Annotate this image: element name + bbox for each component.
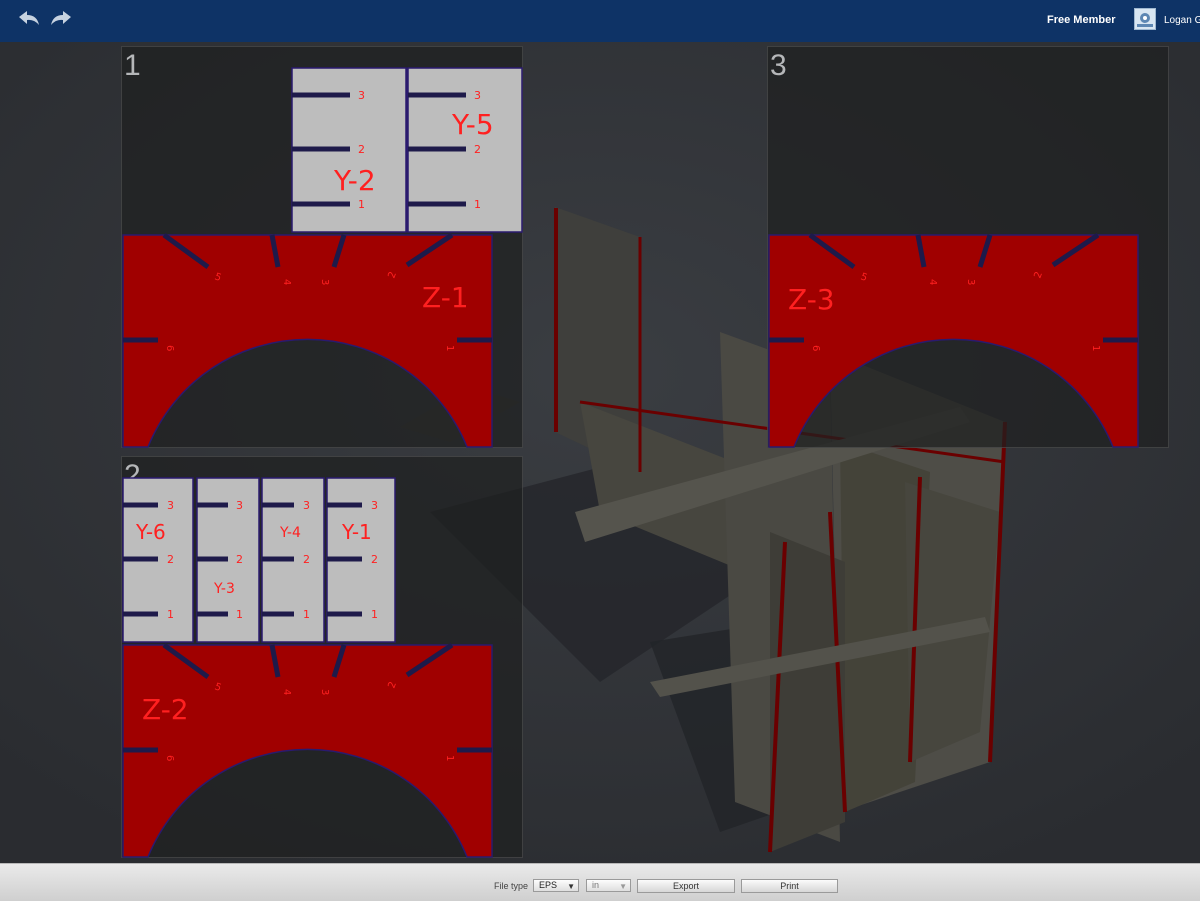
export-toolbar: File type EPS ▼ in ▼ Export Print [0, 863, 1200, 901]
piece-label-z1: Z-1 [422, 281, 469, 314]
piece-label-y6: Y-6 [135, 520, 166, 544]
cut-sheet-3[interactable]: 3 5 4 3 2 6 1 Z-3 [767, 46, 1169, 448]
cut-sheet-1[interactable]: 1 3 2 1 3 2 1 Y-2 Y-5 5 4 3 2 6 1 Z-1 [121, 46, 523, 448]
slot-number: 1 [371, 608, 378, 621]
svg-text:4: 4 [927, 279, 938, 285]
slot-number: 2 [474, 143, 481, 156]
slot-number: 3 [358, 89, 365, 102]
piece-label-y2: Y-2 [333, 164, 376, 197]
piece-label-y4: Y-4 [279, 525, 301, 541]
svg-text:6: 6 [810, 345, 821, 351]
cut-sheet-2[interactable]: 2 3 2 1 3 2 1 3 2 1 3 2 1 Y-6 Y-3 Y-4 Y-… [121, 456, 523, 858]
username-label[interactable]: Logan G [1164, 15, 1200, 26]
slot-number: 1 [303, 608, 310, 621]
slot-number: 1 [236, 608, 243, 621]
slot-number: 3 [371, 499, 378, 512]
workspace: 1 3 2 1 3 2 1 Y-2 Y-5 5 4 3 2 6 1 Z-1 2 … [0, 42, 1200, 863]
svg-text:3: 3 [965, 279, 976, 285]
top-toolbar: Free Member Logan G [0, 0, 1200, 42]
svg-text:3: 3 [319, 279, 330, 285]
slot-number: 1 [474, 198, 481, 211]
user-avatar-icon[interactable] [1134, 8, 1156, 30]
unit-select[interactable]: in ▼ [586, 879, 631, 892]
y-piece-group[interactable]: 3 2 1 3 2 1 Y-2 Y-5 [291, 67, 523, 233]
piece-label-y5: Y-5 [451, 108, 494, 141]
membership-status[interactable]: Free Member [1047, 14, 1115, 26]
svg-text:4: 4 [281, 689, 292, 695]
redo-arrow-icon[interactable] [48, 8, 74, 30]
z-piece[interactable]: 5 4 3 2 6 1 Z-2 [122, 642, 493, 858]
svg-text:4: 4 [281, 279, 292, 285]
svg-text:1: 1 [1090, 345, 1101, 351]
slot-number: 3 [167, 499, 174, 512]
slot-number: 2 [167, 553, 174, 566]
svg-text:1: 1 [444, 345, 455, 351]
svg-text:6: 6 [164, 345, 175, 351]
slot-number: 3 [303, 499, 310, 512]
piece-label-z3: Z-3 [788, 283, 835, 316]
y-piece-group[interactable]: 3 2 1 3 2 1 3 2 1 3 2 1 Y-6 Y-3 Y-4 Y-1 [122, 477, 396, 643]
chevron-down-icon: ▼ [567, 882, 575, 891]
piece-label-z2: Z-2 [142, 693, 189, 726]
slot-number: 3 [474, 89, 481, 102]
slot-number: 2 [371, 553, 378, 566]
z-piece[interactable]: 5 4 3 2 6 1 Z-1 [122, 232, 493, 448]
svg-text:1: 1 [444, 755, 455, 761]
slot-number: 1 [167, 608, 174, 621]
undo-arrow-icon[interactable] [16, 8, 42, 30]
unit-value: in [592, 880, 600, 890]
piece-label-y1: Y-1 [341, 520, 372, 544]
slot-number: 2 [236, 553, 243, 566]
svg-text:3: 3 [319, 689, 330, 695]
file-type-label: File type [494, 881, 529, 891]
print-button[interactable]: Print [741, 879, 838, 893]
file-type-select[interactable]: EPS ▼ [533, 879, 579, 892]
chevron-down-icon: ▼ [619, 882, 627, 891]
slot-number: 2 [358, 143, 365, 156]
file-type-value: EPS [539, 880, 558, 890]
svg-text:6: 6 [164, 755, 175, 761]
slot-number: 3 [236, 499, 243, 512]
slot-number: 2 [303, 553, 310, 566]
piece-label-y3: Y-3 [213, 581, 235, 597]
export-button[interactable]: Export [637, 879, 735, 893]
slot-number: 1 [358, 198, 365, 211]
z-piece[interactable]: 5 4 3 2 6 1 Z-3 [768, 232, 1139, 448]
